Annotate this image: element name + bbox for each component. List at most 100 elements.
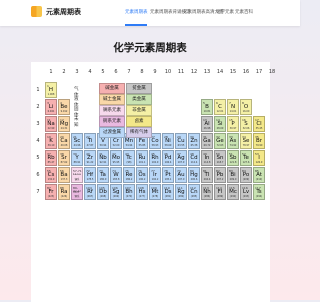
- category-legend-item[interactable]: 锕系元素: [99, 116, 125, 127]
- atomic-mass: (290): [229, 195, 237, 198]
- element-cell[interactable]: 115 Mc (290): [227, 184, 239, 200]
- element-cell[interactable]: 52 Te 127.6: [240, 150, 252, 166]
- element-cell[interactable]: 105 Db (268): [97, 184, 109, 200]
- element-cell[interactable]: 72 Hf 178.5: [84, 167, 96, 183]
- atomic-mass: 102.9: [151, 161, 159, 164]
- element-cell[interactable]: 1 H 1.008: [45, 82, 57, 98]
- element-cell[interactable]: 81 Tl 204.4: [201, 167, 213, 183]
- element-cell[interactable]: 89-103 Ac-Lr 锕系: [71, 184, 83, 200]
- element-cell[interactable]: 84 Po (209): [240, 167, 252, 183]
- element-cell[interactable]: 83 Bi 209.0: [227, 167, 239, 183]
- category-legend-item[interactable]: 贫金属: [126, 83, 152, 94]
- element-cell[interactable]: 43 Tc (98): [123, 150, 135, 166]
- element-cell[interactable]: 53 I 126.9: [253, 150, 265, 166]
- element-cell[interactable]: 21 Sc 44.96: [71, 133, 83, 149]
- category-legend-item[interactable]: 碱土金属: [99, 94, 125, 105]
- atomic-mass: (285): [190, 195, 198, 198]
- element-cell[interactable]: 5 B 10.81: [201, 99, 213, 115]
- element-cell[interactable]: 41 Nb 92.91: [97, 150, 109, 166]
- element-cell[interactable]: 48 Cd 112.4: [188, 150, 200, 166]
- element-cell[interactable]: 31 Ga 69.72: [201, 133, 213, 149]
- element-cell[interactable]: 3 Li 6.941: [45, 99, 57, 115]
- category-legend-item[interactable]: 过渡金属: [99, 127, 125, 138]
- element-cell[interactable]: 33 As 74.92: [227, 133, 239, 149]
- nav-link-element-wiki[interactable]: 元素百科: [235, 9, 253, 15]
- element-cell[interactable]: 19 K 39.10: [45, 133, 57, 149]
- element-cell[interactable]: 111 Rg (282): [175, 184, 187, 200]
- atomic-mass: 26.98: [203, 127, 211, 130]
- element-cell[interactable]: 55 Cs 132.9: [45, 167, 57, 183]
- element-cell[interactable]: 110 Ds (281): [162, 184, 174, 200]
- element-cell[interactable]: 78 Pt 195.1: [162, 167, 174, 183]
- element-cell[interactable]: 32 Ge 72.63: [214, 133, 226, 149]
- element-cell[interactable]: 116 Lv (293): [240, 184, 252, 200]
- element-cell[interactable]: 109 Mt (278): [149, 184, 161, 200]
- element-cell[interactable]: 16 S 32.06: [240, 116, 252, 132]
- category-legend-item[interactable]: 镧系元素: [99, 105, 125, 116]
- element-cell[interactable]: 45 Rh 102.9: [149, 150, 161, 166]
- element-cell[interactable]: 76 Os 190.2: [136, 167, 148, 183]
- logo-icon[interactable]: [31, 6, 42, 17]
- element-cell[interactable]: 11 Na 22.99: [45, 116, 57, 132]
- element-cell[interactable]: 57-71 La-Lu 镧系: [71, 167, 83, 183]
- element-cell[interactable]: 87 Fr (223): [45, 184, 57, 200]
- element-cell[interactable]: 73 Ta 180.9: [97, 167, 109, 183]
- element-cell[interactable]: 7 N 14.01: [227, 99, 239, 115]
- category-legend-item[interactable]: 碱金属: [99, 83, 125, 94]
- element-cell[interactable]: 14 Si 28.09: [214, 116, 226, 132]
- element-cell[interactable]: 75 Re 186.2: [123, 167, 135, 183]
- category-legend-item[interactable]: 稀有气体: [126, 127, 152, 138]
- category-legend-item[interactable]: 非金属: [126, 105, 152, 116]
- element-cell[interactable]: 113 Nh (286): [201, 184, 213, 200]
- element-cell[interactable]: 12 Mg 24.31: [58, 116, 70, 132]
- atomic-mass: 55.85: [138, 144, 146, 147]
- element-cell[interactable]: 30 Zn 65.38: [188, 133, 200, 149]
- element-cell[interactable]: 56 Ba 137.3: [58, 167, 70, 183]
- nav-link-periodic-table[interactable]: 元素周期表: [125, 9, 148, 15]
- element-cell[interactable]: 29 Cu 63.55: [175, 133, 187, 149]
- element-cell[interactable]: 85 At (210): [253, 167, 265, 183]
- element-cell[interactable]: 107 Bh (270): [123, 184, 135, 200]
- element-cell[interactable]: 40 Zr 91.22: [84, 150, 96, 166]
- element-cell[interactable]: 114 Fl (289): [214, 184, 226, 200]
- element-cell[interactable]: 117 Ts (294): [253, 184, 265, 200]
- element-cell[interactable]: 79 Au 197.0: [175, 167, 187, 183]
- element-cell[interactable]: 22 Ti 47.87: [84, 133, 96, 149]
- element-cell[interactable]: 49 In 114.8: [201, 150, 213, 166]
- element-cell[interactable]: 34 Se 78.97: [240, 133, 252, 149]
- element-cell[interactable]: 46 Pd 106.4: [162, 150, 174, 166]
- element-cell[interactable]: 42 Mo 95.95: [110, 150, 122, 166]
- element-cell[interactable]: 108 Hs (277): [136, 184, 148, 200]
- site-logo-text[interactable]: 元素周期表: [46, 7, 81, 17]
- element-cell[interactable]: 37 Rb 85.47: [45, 150, 57, 166]
- element-cell[interactable]: 77 Ir 192.2: [149, 167, 161, 183]
- element-cell[interactable]: 15 P 30.97: [227, 116, 239, 132]
- atomic-mass: 24.31: [60, 127, 68, 130]
- category-legend-item[interactable]: 类金属: [126, 94, 152, 105]
- element-cell[interactable]: 112 Cn (285): [188, 184, 200, 200]
- element-cell[interactable]: 80 Hg 200.6: [188, 167, 200, 183]
- element-cell[interactable]: 38 Sr 87.62: [58, 150, 70, 166]
- element-cell[interactable]: 4 Be 9.012: [58, 99, 70, 115]
- element-cell[interactable]: 51 Sb 121.8: [227, 150, 239, 166]
- element-cell[interactable]: 8 O 16.00: [240, 99, 252, 115]
- element-cell[interactable]: 28 Ni 58.69: [162, 133, 174, 149]
- element-cell[interactable]: 104 Rf (267): [84, 184, 96, 200]
- element-cell[interactable]: 17 Cl 35.45: [253, 116, 265, 132]
- element-cell[interactable]: 39 Y 88.91: [71, 150, 83, 166]
- element-cell[interactable]: 47 Ag 107.9: [175, 150, 187, 166]
- category-legend-item[interactable]: 卤素: [126, 116, 152, 127]
- element-cell[interactable]: 35 Br 79.90: [253, 133, 265, 149]
- element-cell[interactable]: 6 C 12.01: [214, 99, 226, 115]
- atomic-mass: 209.0: [229, 178, 237, 181]
- element-cell[interactable]: 50 Sn 118.7: [214, 150, 226, 166]
- element-cell[interactable]: 13 Al 26.98: [201, 116, 213, 132]
- element-cell[interactable]: 82 Pb 207.2: [214, 167, 226, 183]
- element-cell[interactable]: 44 Ru 101.1: [136, 150, 148, 166]
- element-cell[interactable]: 20 Ca 40.08: [58, 133, 70, 149]
- element-cell[interactable]: 88 Ra (226): [58, 184, 70, 200]
- element-cell[interactable]: 106 Sg (269): [110, 184, 122, 200]
- atomic-mass: 30.97: [229, 127, 237, 130]
- nav-link-chemical-elements[interactable]: 化学元素: [216, 9, 234, 15]
- element-cell[interactable]: 74 W 183.8: [110, 167, 122, 183]
